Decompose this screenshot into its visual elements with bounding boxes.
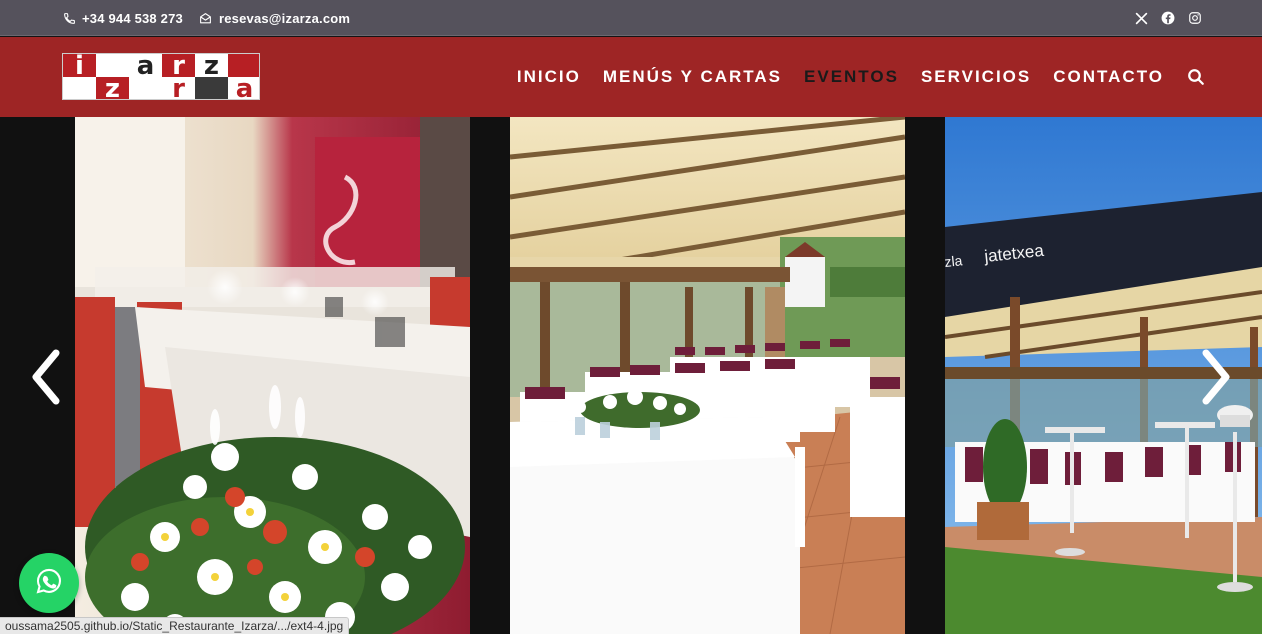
izarza-logo[interactable]: i a r z z r a [62,53,260,100]
logo-letter: i [63,54,96,79]
nav-inicio[interactable]: INICIO [517,67,581,87]
contact-info: +34 944 538 273 resevas@izarza.com [62,0,360,36]
email-address[interactable]: resevas@izarza.com [219,11,350,26]
carousel-next-button[interactable] [1196,349,1236,409]
nav-menus-y-cartas[interactable]: MENÚS Y CARTAS [603,67,782,87]
nav-eventos[interactable]: EVENTOS [804,67,899,87]
events-carousel: jatetxea zla [0,117,1262,634]
nav-contacto[interactable]: CONTACTO [1053,67,1164,87]
indoor-banquet-image [75,117,470,634]
logo-letter [63,77,96,99]
search-icon[interactable] [1186,67,1206,87]
browser-status-bar: oussama2505.github.io/Static_Restaurante… [0,617,350,634]
logo-letter: z [195,54,228,79]
slide-indoor-banquet[interactable] [75,117,470,634]
nav-servicios[interactable]: SERVICIOS [921,67,1031,87]
main-navbar: i a r z z r a INICIO MENÚS Y CARTAS EVEN… [0,37,1262,117]
logo-letter: r [162,76,195,99]
main-menu: INICIO MENÚS Y CARTAS EVENTOS SERVICIOS … [517,37,1206,117]
phone-number[interactable]: +34 944 538 273 [82,11,183,26]
whatsapp-button[interactable] [19,553,79,613]
logo-letter [195,77,228,99]
x-icon[interactable] [1134,11,1148,25]
logo-letter: a [129,54,162,79]
logo-letter: a [228,76,259,99]
phone-icon [62,11,76,25]
logo-letter: z [96,76,129,99]
chevron-left-icon [28,347,64,412]
signage-prefix: zla [945,252,963,270]
chevron-right-icon [1198,347,1234,412]
terrace-awning-image [510,117,905,634]
carousel-prev-button[interactable] [26,349,66,409]
whatsapp-icon [35,567,63,600]
logo-letter [129,77,162,99]
envelope-icon [199,11,213,25]
slide-terrace-awning[interactable] [510,117,905,634]
social-links [1134,0,1202,36]
instagram-icon[interactable] [1188,11,1202,25]
top-contact-bar: +34 944 538 273 resevas@izarza.com [0,0,1262,36]
facebook-icon[interactable] [1161,11,1175,25]
